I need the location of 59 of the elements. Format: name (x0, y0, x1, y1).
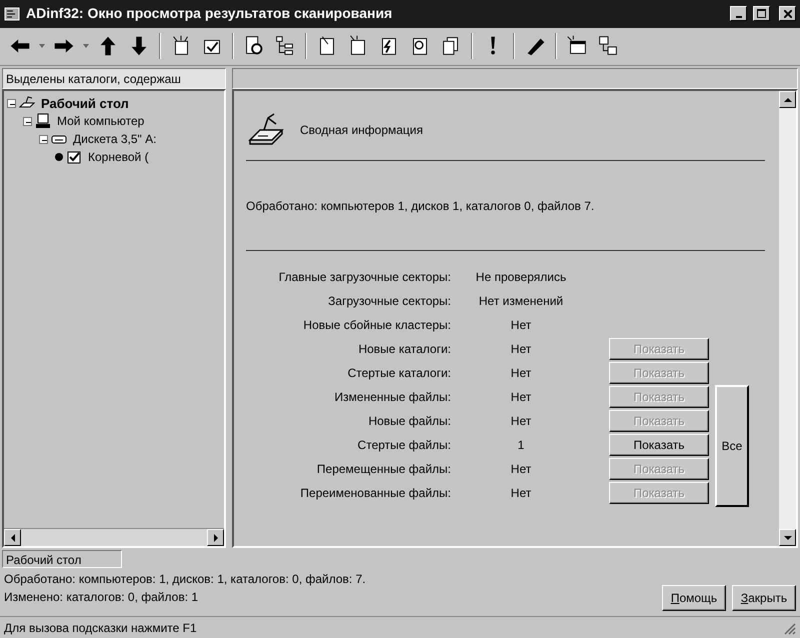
row-label: Стертые каталоги: (346, 365, 451, 382)
up-triangle-icon (784, 96, 792, 103)
collapse-toggle-icon[interactable] (23, 116, 32, 126)
caret-icon[interactable] (83, 44, 89, 48)
down-triangle-icon (784, 534, 792, 541)
processed-summary: Обработано: компьютеров 1, дисков 1, каталогов 0, файлов 7. (246, 198, 594, 215)
section-title: Сводная информация (300, 122, 423, 139)
scroll-down-button[interactable] (779, 529, 796, 546)
scroll-right-button[interactable] (207, 529, 224, 546)
scroll-left-button[interactable] (4, 529, 21, 546)
row-label: Переименованные файлы: (299, 485, 451, 502)
tree-item[interactable]: Корневой ( (85, 148, 152, 166)
row-label: Загрузочные секторы: (327, 293, 451, 310)
row-value: Нет (510, 413, 532, 430)
selection-label: Выделены каталоги, содержаш (2, 68, 226, 90)
minimize-icon (736, 16, 742, 18)
app-icon (4, 6, 20, 22)
stats-line: Обработано: компьютеров: 1, дисков: 1, каталогов: 0, файлов: 7. (4, 571, 367, 588)
scroll-up-button[interactable] (779, 91, 796, 108)
close-button[interactable] (779, 6, 796, 22)
resize-grip-icon (782, 620, 796, 635)
collapse-toggle-icon[interactable] (7, 98, 16, 108)
row-value: 1 (516, 437, 526, 454)
row-value: Нет (510, 485, 532, 502)
tree-item[interactable]: Рабочий стол (38, 94, 132, 114)
collapse-toggle-icon[interactable] (39, 134, 48, 144)
dialog-button[interactable]: Закрыть (732, 585, 796, 612)
show-button[interactable]: Показать (609, 434, 709, 456)
right-triangle-icon (212, 534, 218, 542)
window-title: ADinf32: Окно просмотра результатов сканирования (26, 4, 394, 24)
row-value: Нет (510, 341, 532, 358)
minimize-button[interactable] (730, 6, 747, 22)
maximize-button[interactable] (753, 6, 770, 22)
tree-item[interactable]: Дискета 3,5" A: (70, 130, 160, 148)
row-value: Нет (510, 317, 532, 334)
row-label: Новые каталоги: (357, 341, 451, 358)
tree-item[interactable]: Мой компьютер (54, 112, 148, 130)
row-value: Нет (510, 389, 532, 406)
location-label: Рабочий стол (2, 550, 122, 568)
all-button[interactable]: Все (715, 385, 749, 508)
computer-icon (35, 113, 51, 130)
status-text: Для вызова подсказки нажмите F1 (4, 620, 197, 637)
left-triangle-icon (10, 534, 16, 542)
row-value: Нет (510, 461, 532, 478)
maximize-icon (757, 9, 766, 18)
row-value: Нет (510, 365, 532, 382)
folder-icon (66, 149, 82, 166)
caret-icon[interactable] (39, 44, 45, 48)
close-icon (784, 10, 792, 18)
row-label: Главные загрузочные секторы: (278, 269, 451, 286)
row-value: Не проверялись (474, 269, 568, 286)
row-label: Перемещенные файлы: (316, 461, 451, 478)
dialog-button[interactable]: Помощь (662, 585, 726, 612)
stats-line: Изменено: каталогов: 0, файлов: 1 (4, 589, 200, 606)
row-label: Новые сбойные кластеры: (302, 317, 451, 334)
row-label: Новые файлы: (367, 413, 451, 430)
row-label: Стертые файлы: (356, 437, 451, 454)
row-value: Нет изменений (478, 293, 564, 310)
row-label: Измененные файлы: (334, 389, 451, 406)
